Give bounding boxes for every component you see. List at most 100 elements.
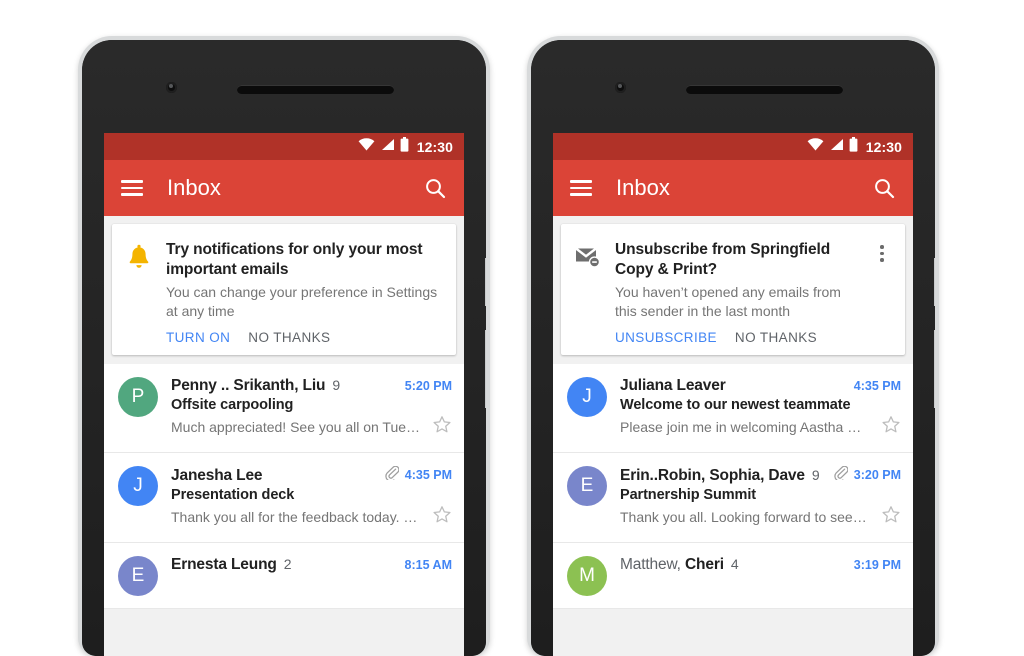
email-sender: Penny .. Srikanth, Liu bbox=[171, 376, 326, 394]
overflow-menu-icon[interactable] bbox=[873, 240, 891, 345]
hamburger-menu-icon[interactable] bbox=[570, 180, 592, 196]
unsubscribe-envelope-icon bbox=[575, 240, 601, 345]
front-camera-icon bbox=[615, 82, 626, 93]
email-thread-count: 9 bbox=[332, 376, 341, 393]
no-thanks-button[interactable]: NO THANKS bbox=[735, 330, 817, 345]
email-content: Janesha Lee 4:35 PM Presentation deck Thank… bbox=[171, 465, 452, 530]
email-header-line: Ernesta Leung 2 8:15 AM bbox=[171, 556, 452, 574]
email-snippet-line: Thank you all for the feedback today. … bbox=[171, 505, 452, 530]
attachment-icon bbox=[834, 465, 849, 485]
battery-icon bbox=[849, 136, 858, 157]
avatar[interactable]: J bbox=[118, 465, 158, 506]
email-meta: 5:20 PM bbox=[397, 380, 452, 393]
status-bar: 12:30 bbox=[553, 133, 913, 160]
email-sender: Matthew, Cheri bbox=[620, 555, 724, 573]
email-content: Erin..Robin, Sophia, Dave 9 3:20 PM Partner… bbox=[620, 465, 901, 530]
email-meta: 3:20 PM bbox=[826, 465, 901, 485]
email-snippet-line: Much appreciated! See you all on Tue… bbox=[171, 415, 452, 440]
wifi-icon bbox=[358, 137, 375, 156]
email-list-item[interactable]: E Erin..Robin, Sophia, Dave 9 3:20 PM Partne… bbox=[553, 452, 913, 543]
promo-title: Try notifications for only your most imp… bbox=[166, 241, 423, 278]
email-content: Juliana Leaver 4:35 PM Welcome to our newe… bbox=[620, 377, 901, 440]
email-subject: Presentation deck bbox=[171, 486, 295, 503]
email-sender: Janesha Lee bbox=[171, 466, 263, 484]
email-snippet: Thank you all for the feedback today. … bbox=[171, 509, 418, 526]
email-snippet-line: Please join me in welcoming Aastha … bbox=[620, 415, 901, 440]
star-icon[interactable] bbox=[881, 505, 901, 530]
email-timestamp: 3:19 PM bbox=[853, 557, 901, 572]
email-subject: Partnership Summit bbox=[620, 486, 756, 503]
promo-actions: TURN ON NO THANKS bbox=[166, 330, 442, 345]
email-subject: Welcome to our newest teammate bbox=[620, 396, 851, 413]
volume-button[interactable] bbox=[485, 330, 486, 408]
email-sender: Erin..Robin, Sophia, Dave bbox=[620, 466, 805, 484]
email-timestamp: 5:20 PM bbox=[404, 378, 452, 393]
notification-promo-card[interactable]: Try notifications for only your most imp… bbox=[112, 224, 456, 355]
email-list-item[interactable]: J Juliana Leaver 4:35 PM Welcome to our new… bbox=[553, 363, 913, 453]
email-thread-count: 4 bbox=[730, 555, 739, 572]
phone-left: 12:30 Inbox Try notifications for only y… bbox=[78, 36, 490, 656]
email-timestamp: 4:35 PM bbox=[853, 378, 901, 393]
status-bar-clock: 12:30 bbox=[865, 138, 902, 155]
unsubscribe-button[interactable]: UNSUBSCRIBE bbox=[615, 330, 717, 345]
email-list-left: P Penny .. Srikanth, Liu 9 5:20 PM Offsite c… bbox=[104, 363, 464, 609]
status-bar-clock: 12:30 bbox=[416, 138, 453, 155]
earpiece-speaker bbox=[686, 85, 843, 94]
phone-screen-left: 12:30 Inbox Try notifications for only y… bbox=[104, 133, 464, 656]
promo-text-block: Try notifications for only your most imp… bbox=[166, 240, 442, 345]
avatar[interactable]: P bbox=[118, 376, 158, 417]
page-title: Inbox bbox=[167, 175, 221, 200]
email-list-item[interactable]: J Janesha Lee 4:35 PM Presentation deck Than… bbox=[104, 452, 464, 543]
email-header-line: Matthew, Cheri 4 3:19 PM bbox=[620, 556, 901, 574]
email-list-item[interactable]: P Penny .. Srikanth, Liu 9 5:20 PM Offsite c… bbox=[104, 363, 464, 453]
turn-on-button[interactable]: TURN ON bbox=[166, 330, 230, 345]
promo-subtitle: You haven’t opened any emails from this … bbox=[615, 284, 841, 319]
avatar[interactable]: E bbox=[567, 465, 607, 506]
email-thread-count: 2 bbox=[283, 555, 292, 572]
app-bar: Inbox bbox=[104, 160, 464, 216]
phone-body: 12:30 Inbox bbox=[82, 40, 486, 656]
no-thanks-button[interactable]: NO THANKS bbox=[248, 330, 330, 345]
email-snippet: Thank you all. Looking forward to see… bbox=[620, 509, 867, 526]
search-icon[interactable] bbox=[872, 176, 896, 200]
earpiece-speaker bbox=[237, 85, 394, 94]
bell-icon bbox=[126, 240, 152, 345]
promo-title: Unsubscribe from Springfield Copy & Prin… bbox=[615, 241, 831, 278]
star-icon[interactable] bbox=[881, 415, 901, 440]
star-icon[interactable] bbox=[432, 415, 452, 440]
signal-icon bbox=[829, 138, 844, 156]
email-meta: 4:35 PM bbox=[846, 380, 901, 393]
email-timestamp: 8:15 AM bbox=[404, 557, 452, 572]
search-icon[interactable] bbox=[423, 176, 447, 200]
power-button[interactable] bbox=[934, 258, 935, 306]
avatar[interactable]: J bbox=[567, 376, 607, 417]
wifi-icon bbox=[807, 137, 824, 156]
email-header-line: Erin..Robin, Sophia, Dave 9 3:20 PM bbox=[620, 465, 901, 485]
inbox-content-right: Unsubscribe from Springfield Copy & Prin… bbox=[553, 216, 913, 656]
hamburger-menu-icon[interactable] bbox=[121, 180, 143, 196]
promo-text-block: Unsubscribe from Springfield Copy & Prin… bbox=[615, 240, 859, 345]
email-timestamp: 3:20 PM bbox=[853, 467, 901, 482]
front-camera-icon bbox=[166, 82, 177, 93]
email-subject: Offsite carpooling bbox=[171, 396, 294, 413]
email-snippet: Much appreciated! See you all on Tue… bbox=[171, 419, 421, 436]
page-title: Inbox bbox=[616, 175, 670, 200]
email-thread-count: 9 bbox=[811, 466, 820, 483]
email-snippet-line: Thank you all. Looking forward to see… bbox=[620, 505, 901, 530]
status-bar: 12:30 bbox=[104, 133, 464, 160]
email-sender: Juliana Leaver bbox=[620, 376, 726, 394]
star-icon[interactable] bbox=[432, 505, 452, 530]
phone-right: 12:30 Inbox Unsubscribe from Springfield… bbox=[527, 36, 939, 656]
email-header-line: Juliana Leaver 4:35 PM bbox=[620, 377, 901, 395]
promo-subtitle: You can change your preference in Settin… bbox=[166, 284, 438, 319]
phone-body: 12:30 Inbox bbox=[531, 40, 935, 656]
email-list-right: J Juliana Leaver 4:35 PM Welcome to our new… bbox=[553, 363, 913, 609]
promo-actions: UNSUBSCRIBE NO THANKS bbox=[615, 330, 859, 345]
email-meta: 8:15 AM bbox=[397, 559, 452, 572]
unsubscribe-promo-card[interactable]: Unsubscribe from Springfield Copy & Prin… bbox=[561, 224, 905, 355]
email-snippet: Please join me in welcoming Aastha … bbox=[620, 419, 862, 436]
email-timestamp: 4:35 PM bbox=[404, 467, 452, 482]
volume-button[interactable] bbox=[934, 330, 935, 408]
email-sender: Ernesta Leung bbox=[171, 555, 277, 573]
power-button[interactable] bbox=[485, 258, 486, 306]
